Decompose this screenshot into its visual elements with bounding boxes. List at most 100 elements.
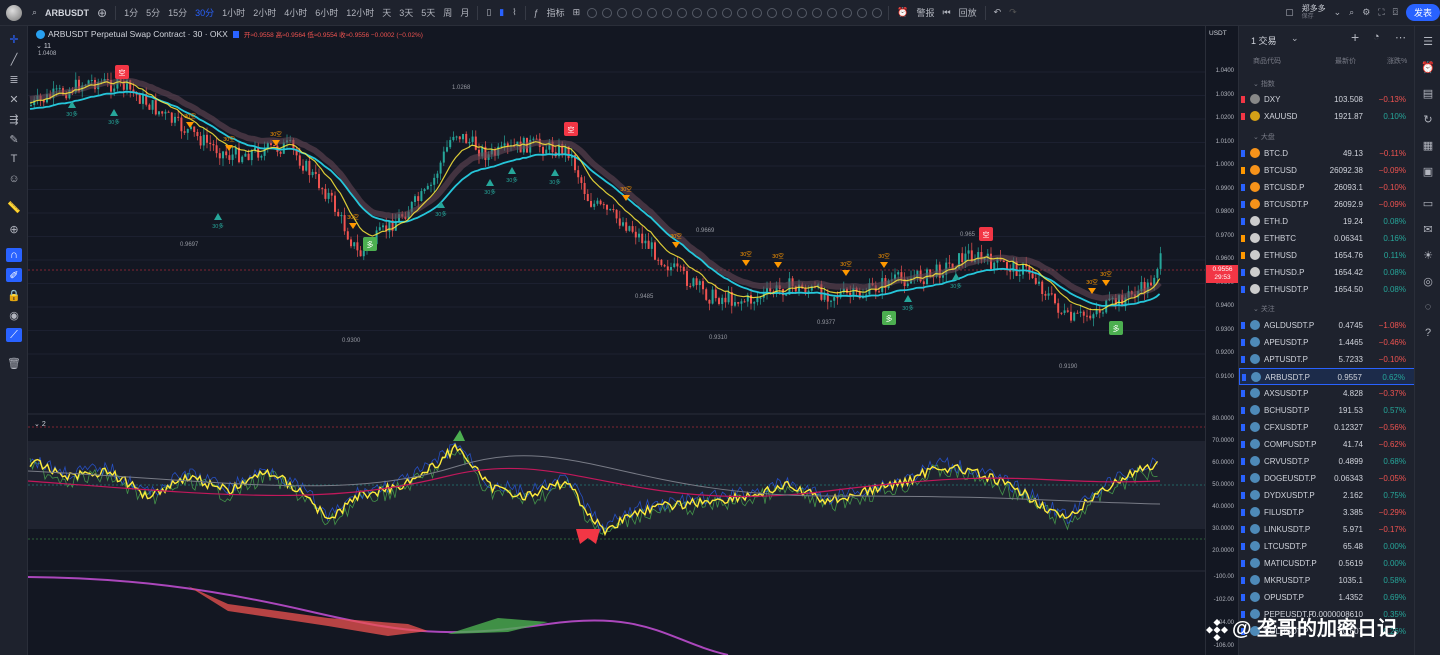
watchlist-row[interactable]: OPUSDT.P 1.4352 0.69% bbox=[1239, 589, 1414, 606]
lock-icon[interactable]: 🔒 bbox=[6, 288, 22, 302]
zoom-in-icon[interactable]: ⊕ bbox=[6, 222, 22, 236]
section-index[interactable]: ⌄ 指数 bbox=[1253, 79, 1275, 89]
watchlist-row[interactable]: BTCUSD 26092.38 −0.09% bbox=[1239, 162, 1414, 179]
flag-icon[interactable] bbox=[1241, 286, 1245, 293]
trend-line-icon[interactable]: ╱ bbox=[6, 52, 22, 66]
flag-icon[interactable] bbox=[1241, 356, 1245, 363]
indicator-shortcut-icon[interactable] bbox=[871, 7, 882, 18]
fib-icon[interactable]: ≣ bbox=[6, 72, 22, 86]
flag-icon[interactable] bbox=[1241, 113, 1245, 120]
brush-icon[interactable]: ✎ bbox=[6, 132, 22, 146]
indicator-shortcut-icon[interactable] bbox=[601, 7, 612, 18]
lightbulb-icon[interactable]: ☀ bbox=[1421, 248, 1435, 262]
chevron-down-icon[interactable]: ⌄ bbox=[1291, 33, 1299, 44]
interval-button[interactable]: 月 bbox=[456, 0, 473, 25]
flag-icon[interactable] bbox=[1241, 201, 1245, 208]
chat-icon[interactable]: ▭ bbox=[1421, 196, 1435, 210]
flag-icon[interactable] bbox=[1242, 374, 1246, 381]
indicator-shortcut-icon[interactable] bbox=[646, 7, 657, 18]
indicator-legend-2[interactable]: ⌄ 2 bbox=[34, 420, 46, 428]
text-tool-icon[interactable]: T bbox=[6, 152, 22, 166]
watchlist-row[interactable]: AGLDUSDT.P 0.4745 −1.08% bbox=[1239, 317, 1414, 334]
layout-icon[interactable]: ▢ bbox=[1281, 0, 1298, 25]
flag-icon[interactable] bbox=[1241, 560, 1245, 567]
bar-style-icon[interactable]: ▯ bbox=[482, 0, 495, 25]
watchlist-row[interactable]: MATICUSDT.P 0.5619 0.00% bbox=[1239, 555, 1414, 572]
watchlist-icon[interactable]: ☰ bbox=[1421, 34, 1435, 48]
indicator-shortcut-icon[interactable] bbox=[796, 7, 807, 18]
redo-icon[interactable]: ↷ bbox=[1005, 0, 1021, 25]
watchlist-row[interactable]: BTC.D 49.13 −0.11% bbox=[1239, 145, 1414, 162]
watchlist-row[interactable]: ETH.D 19.24 0.08% bbox=[1239, 213, 1414, 230]
interval-button[interactable]: 15分 bbox=[164, 0, 191, 25]
flag-icon[interactable] bbox=[1241, 218, 1245, 225]
prediction-icon[interactable]: ⇶ bbox=[6, 112, 22, 126]
sync-drawing-icon[interactable]: ⟋ bbox=[6, 328, 22, 342]
flag-icon[interactable] bbox=[1241, 492, 1245, 499]
interval-button[interactable]: 周 bbox=[439, 0, 456, 25]
indicator-shortcut-icon[interactable] bbox=[841, 7, 852, 18]
indicator-shortcut-icon[interactable] bbox=[691, 7, 702, 18]
news-icon[interactable]: ▣ bbox=[1421, 164, 1435, 178]
add-symbol-icon[interactable]: + bbox=[1351, 29, 1359, 45]
watchlist-row[interactable]: MKRUSDT.P 1035.1 0.58% bbox=[1239, 572, 1414, 589]
watchlist-row[interactable]: COMPUSDT.P 41.74 −0.62% bbox=[1239, 436, 1414, 453]
ideas-icon[interactable]: ✉ bbox=[1421, 222, 1435, 236]
ruler-icon[interactable]: 📏 bbox=[6, 200, 22, 214]
zoom-icon[interactable]: ⌕ bbox=[1345, 0, 1358, 25]
section-market[interactable]: ⌄ 大盘 bbox=[1253, 132, 1275, 142]
chevron-down-icon[interactable]: ⌄ bbox=[1330, 0, 1346, 25]
watchlist-row[interactable]: APTUSDT.P 5.7233 −0.10% bbox=[1239, 351, 1414, 368]
flag-icon[interactable] bbox=[1241, 509, 1245, 516]
interval-button[interactable]: 1小时 bbox=[218, 0, 249, 25]
camera-icon[interactable]: ⌼ bbox=[1389, 0, 1402, 25]
hotlist-icon[interactable]: ↻ bbox=[1421, 112, 1435, 126]
more-options-icon[interactable]: ⋯ bbox=[1395, 31, 1406, 44]
flag-icon[interactable] bbox=[1241, 594, 1245, 601]
flag-icon[interactable] bbox=[1241, 441, 1245, 448]
layout-grid-icon[interactable]: ⊞ bbox=[569, 0, 585, 25]
notifications-icon[interactable]: ◌ bbox=[1421, 300, 1435, 314]
candle-style-icon[interactable]: ▮ bbox=[495, 0, 508, 25]
watchlist-row[interactable]: ETHUSD 1654.76 0.11% bbox=[1239, 247, 1414, 264]
indicator-shortcut-icon[interactable] bbox=[811, 7, 822, 18]
watchlist-row[interactable]: CFXUSDT.P 0.12327 −0.56% bbox=[1239, 419, 1414, 436]
indicator-legend-1[interactable]: ⌄ 11 bbox=[36, 42, 51, 50]
indicators-button[interactable]: 指标 bbox=[543, 0, 569, 25]
indicator-shortcut-icon[interactable] bbox=[766, 7, 777, 18]
interval-button[interactable]: 5分 bbox=[142, 0, 164, 25]
indicator-shortcut-icon[interactable] bbox=[721, 7, 732, 18]
streams-icon[interactable]: ◎ bbox=[1421, 274, 1435, 288]
section-watch[interactable]: ⌄ 关注 bbox=[1253, 304, 1275, 314]
flag-icon[interactable] bbox=[1241, 167, 1245, 174]
indicator-shortcut-icon[interactable] bbox=[616, 7, 627, 18]
flag-icon[interactable] bbox=[1241, 322, 1245, 329]
col-change[interactable]: 涨跌% bbox=[1387, 56, 1407, 66]
watchlist-row[interactable]: AXSUSDT.P 4.828 −0.37% bbox=[1239, 385, 1414, 402]
indicator-shortcut-icon[interactable] bbox=[586, 7, 597, 18]
replay-icon[interactable]: ⏮ bbox=[938, 0, 954, 25]
flag-icon[interactable] bbox=[1241, 475, 1245, 482]
col-last[interactable]: 最新价 bbox=[1335, 56, 1356, 66]
line-style-icon[interactable]: ⌇ bbox=[508, 0, 520, 25]
alerts-icon[interactable]: ⏰ bbox=[1421, 60, 1435, 74]
undo-icon[interactable]: ↶ bbox=[990, 0, 1006, 25]
interval-button[interactable]: 3天 bbox=[395, 0, 417, 25]
indicator-shortcut-icon[interactable] bbox=[736, 7, 747, 18]
flag-icon[interactable] bbox=[1241, 577, 1245, 584]
trash-icon[interactable]: 🗑 bbox=[6, 356, 22, 370]
watchlist-row[interactable]: ARBUSDT.P 0.9557 0.62% bbox=[1239, 368, 1414, 385]
flag-icon[interactable] bbox=[1241, 407, 1245, 414]
flag-icon[interactable] bbox=[1241, 150, 1245, 157]
watchlist-row[interactable]: ETHUSDT.P 1654.50 0.08% bbox=[1239, 281, 1414, 298]
watchlist-row[interactable]: BCHUSDT.P 191.53 0.57% bbox=[1239, 402, 1414, 419]
indicator-shortcut-icon[interactable] bbox=[856, 7, 867, 18]
gear-icon[interactable]: ⚙ bbox=[1358, 0, 1374, 25]
advanced-view-icon[interactable]: ◔ bbox=[1373, 31, 1380, 43]
watchlist-row[interactable]: FILUSDT.P 3.385 −0.29% bbox=[1239, 504, 1414, 521]
indicator-shortcut-icon[interactable] bbox=[661, 7, 672, 18]
indicator-shortcut-icon[interactable] bbox=[706, 7, 717, 18]
interval-button[interactable]: 2小时 bbox=[249, 0, 280, 25]
flag-icon[interactable] bbox=[1241, 390, 1245, 397]
flag-icon[interactable] bbox=[1241, 339, 1245, 346]
